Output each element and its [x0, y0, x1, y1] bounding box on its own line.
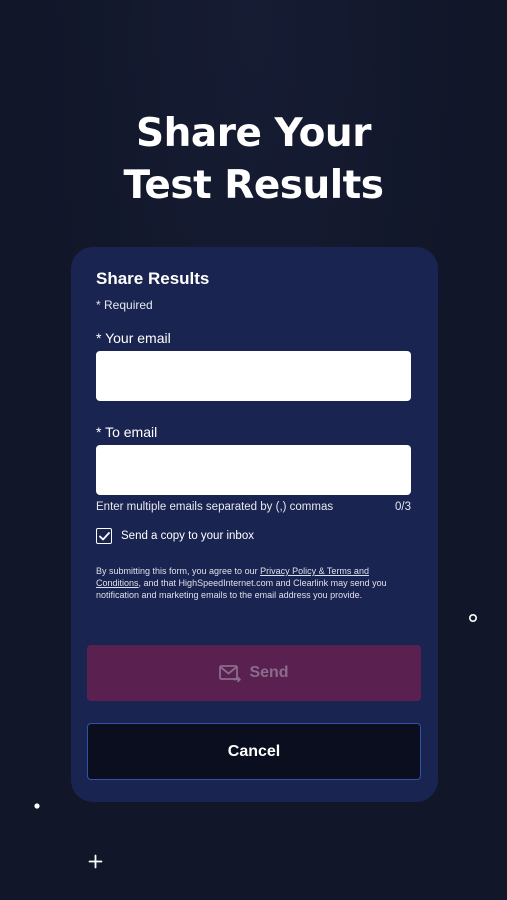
page-title-line-1: Share Your: [136, 111, 371, 156]
send-copy-option[interactable]: Send a copy to your inbox: [96, 528, 254, 544]
send-copy-label: Send a copy to your inbox: [121, 530, 254, 542]
your-email-label: * Your email: [96, 330, 171, 346]
checkmark-icon: [98, 531, 110, 540]
to-email-label: * To email: [96, 424, 158, 440]
consent-text: By submitting this form, you agree to ou…: [96, 565, 414, 601]
page-title: Share Your Test Results: [0, 108, 507, 212]
mail-send-icon: [219, 664, 242, 682]
decorative-ring-icon: [468, 613, 478, 623]
helper-text: Enter multiple emails separated by (,) c…: [96, 501, 334, 513]
send-button-label: Send: [249, 664, 289, 681]
send-button[interactable]: Send: [87, 645, 421, 701]
email-counter: 0/3: [395, 501, 411, 513]
cancel-button[interactable]: Cancel: [87, 723, 421, 780]
send-copy-checkbox[interactable]: [96, 528, 112, 544]
consent-suffix: , and that HighSpeedInternet.com and Cle…: [96, 578, 387, 600]
decorative-plus-icon: [88, 854, 103, 869]
form-title: Share Results: [96, 269, 210, 288]
to-email-helper: Enter multiple emails separated by (,) c…: [96, 501, 411, 513]
your-email-field[interactable]: [96, 351, 411, 401]
required-note: * Required: [96, 298, 153, 312]
to-email-field[interactable]: [96, 445, 411, 495]
consent-prefix: By submitting this form, you agree to ou…: [96, 566, 261, 576]
share-results-screen: Share Your Test Results Share Results * …: [0, 0, 507, 900]
page-title-line-2: Test Results: [123, 163, 385, 208]
share-results-form: Share Results * Required * Your email * …: [71, 247, 438, 802]
decorative-dot-icon: [34, 803, 40, 809]
